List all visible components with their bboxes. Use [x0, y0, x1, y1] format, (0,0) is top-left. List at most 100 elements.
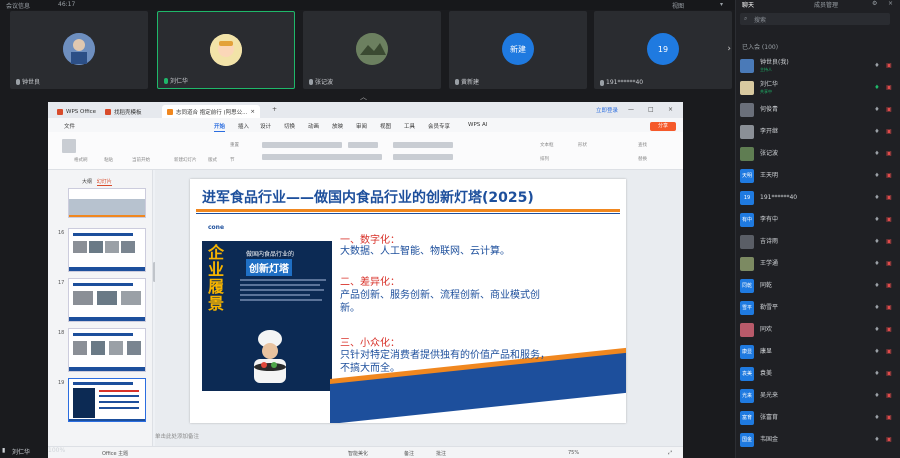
font-format-group[interactable]	[262, 154, 382, 160]
mic-icon[interactable]: ▮	[2, 447, 5, 454]
menu-design[interactable]: 设计	[260, 122, 271, 130]
member-row[interactable]: 同乾 同乾 ♦ ▣	[740, 276, 895, 295]
comments-button[interactable]: 批注	[436, 450, 446, 457]
mic-icon[interactable]: ♦	[871, 348, 883, 355]
menu-slideshow[interactable]: 放映	[332, 122, 343, 130]
new-tab-icon[interactable]: +	[272, 106, 277, 113]
font-size-select[interactable]	[348, 142, 378, 148]
smart-beautify-button[interactable]: 智能美化	[348, 450, 368, 457]
camera-off-icon[interactable]: ▣	[883, 172, 895, 179]
mic-icon[interactable]: ♦	[871, 62, 883, 69]
share-button[interactable]: 分享	[650, 122, 676, 131]
mic-icon[interactable]: ♦	[871, 392, 883, 399]
camera-off-icon[interactable]: ▣	[883, 84, 895, 91]
fit-window-icon[interactable]: ⤢	[668, 450, 672, 456]
settings-icon[interactable]: ⚙	[872, 0, 877, 7]
tab-slides[interactable]: 幻灯片	[96, 179, 112, 186]
menu-animation[interactable]: 动画	[308, 122, 319, 130]
mic-icon[interactable]: ♦	[871, 216, 883, 223]
mic-icon[interactable]: ♦	[871, 370, 883, 377]
slide-thumbnail[interactable]	[68, 328, 146, 372]
tab-members[interactable]: 成员管理	[814, 0, 838, 9]
reset-label[interactable]: 重置	[230, 142, 239, 148]
arrange-label[interactable]: 排列	[540, 156, 549, 162]
replace-label[interactable]: 替换	[638, 156, 647, 162]
camera-off-icon[interactable]: ▣	[883, 282, 895, 289]
tab-templates[interactable]: 找稻壳模板	[100, 105, 147, 118]
next-page-icon[interactable]: ›	[727, 44, 731, 54]
video-tile-active[interactable]: 刘仁华	[157, 11, 295, 89]
shape-label[interactable]: 形状	[578, 142, 587, 148]
collapse-strip-icon[interactable]: ︿	[360, 92, 367, 102]
mic-icon[interactable]: ♦	[871, 260, 883, 267]
video-tile[interactable]: 新建 黄新建	[449, 11, 587, 89]
align-group[interactable]	[393, 154, 453, 160]
notes-button[interactable]: 备注	[404, 450, 414, 457]
section-label[interactable]: 节	[230, 157, 235, 163]
member-row[interactable]: 光来 吴光来 ♦ ▣	[740, 386, 895, 405]
textbox-label[interactable]: 文本框	[540, 142, 554, 148]
member-search-input[interactable]: ⌕ 搜索	[740, 13, 890, 25]
menu-member[interactable]: 会员专享	[428, 122, 450, 130]
member-row[interactable]: 钟世良(我) 主持人 ♦ ▣	[740, 56, 895, 75]
paragraph-group[interactable]	[393, 142, 453, 148]
camera-off-icon[interactable]: ▣	[883, 62, 895, 69]
mic-icon[interactable]: ♦	[871, 106, 883, 113]
camera-off-icon[interactable]: ▣	[883, 326, 895, 333]
close-icon[interactable]: ×	[250, 109, 255, 115]
view-button[interactable]: 视图	[672, 1, 684, 10]
find-label[interactable]: 查找	[638, 142, 647, 148]
slide-thumbnail[interactable]	[68, 228, 146, 272]
zoom-display[interactable]: 100%	[48, 447, 65, 454]
video-tile[interactable]: 张记波	[303, 11, 441, 89]
member-row[interactable]: 何俊青 ♦ ▣	[740, 100, 895, 119]
section-joined[interactable]: 已入会 (100)	[742, 42, 778, 51]
close-icon[interactable]: ×	[888, 0, 893, 7]
new-slide-label[interactable]: 新建幻灯片	[174, 157, 197, 163]
start-label[interactable]: 当前开始	[132, 157, 150, 163]
mic-icon[interactable]: ♦	[871, 326, 883, 333]
mic-icon[interactable]: ♦	[871, 150, 883, 157]
member-row[interactable]: 19 191******40 ♦ ▣	[740, 188, 895, 207]
member-row[interactable]: 王学通 ♦ ▣	[740, 254, 895, 273]
font-select[interactable]	[262, 142, 342, 148]
camera-off-icon[interactable]: ▣	[883, 414, 895, 421]
layout-label[interactable]: 版式	[208, 157, 217, 163]
mic-icon[interactable]: ♦	[871, 282, 883, 289]
slide-thumbnail-current[interactable]	[68, 378, 146, 422]
member-row[interactable]: 张记波 ♦ ▣	[740, 144, 895, 163]
maximize-icon[interactable]: □	[648, 106, 654, 113]
camera-off-icon[interactable]: ▣	[883, 238, 895, 245]
mic-icon[interactable]: ♦	[871, 194, 883, 201]
paste-label[interactable]: 粘贴	[104, 157, 113, 163]
mic-icon[interactable]: ♦	[871, 304, 883, 311]
camera-off-icon[interactable]: ▣	[883, 194, 895, 201]
notes-placeholder[interactable]: 单击此处添加备注	[155, 432, 199, 440]
member-row[interactable]: 刘仁华 共享中 ♦ ▣	[740, 78, 895, 97]
tab-presentation[interactable]: 志同道合 抱定前行 (阿思公... ×	[162, 105, 260, 118]
camera-off-icon[interactable]: ▣	[883, 348, 895, 355]
mic-icon[interactable]: ♦	[871, 128, 883, 135]
menu-file[interactable]: 文件	[64, 122, 75, 130]
camera-off-icon[interactable]: ▣	[883, 216, 895, 223]
menu-insert[interactable]: 插入	[238, 122, 249, 130]
camera-off-icon[interactable]: ▣	[883, 128, 895, 135]
menu-review[interactable]: 审阅	[356, 122, 367, 130]
menu-switch[interactable]: 切换	[284, 122, 295, 130]
video-tile[interactable]: 钟世良	[10, 11, 148, 89]
minimize-icon[interactable]: —	[628, 106, 634, 113]
tab-chat[interactable]: 聊天	[742, 0, 754, 9]
member-row[interactable]: 同欢 ♦ ▣	[740, 320, 895, 339]
member-row[interactable]: 天明 王天明 ♦ ▣	[740, 166, 895, 185]
meeting-info-link[interactable]: 会议信息	[6, 1, 30, 10]
mic-icon[interactable]: ♦	[871, 238, 883, 245]
mic-icon[interactable]: ♦	[871, 436, 883, 443]
member-row[interactable]: 国金 韦国金 ♦ ▣	[740, 430, 895, 449]
menu-view[interactable]: 视图	[380, 122, 391, 130]
camera-off-icon[interactable]: ▣	[883, 106, 895, 113]
tab-wps-office[interactable]: WPS Office	[52, 105, 101, 118]
zoom-level[interactable]: 75%	[568, 450, 579, 456]
format-painter-label[interactable]: 格式刷	[74, 157, 88, 163]
video-tile[interactable]: 19 191******40	[594, 11, 732, 89]
member-row[interactable]: 吉诗雨 ♦ ▣	[740, 232, 895, 251]
